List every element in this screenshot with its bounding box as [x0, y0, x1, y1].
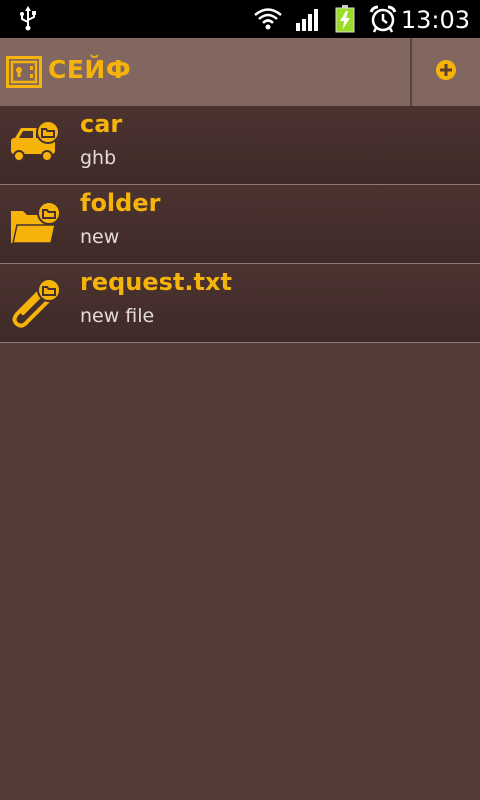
list-item[interactable]: request.txt new file — [0, 264, 480, 343]
add-button[interactable] — [412, 38, 480, 106]
list-item[interactable]: folder new — [0, 185, 480, 264]
item-description: ghb — [80, 147, 117, 169]
item-name: folder — [80, 189, 161, 217]
action-bar: СЕЙФ — [0, 38, 480, 106]
add-circle-icon — [435, 59, 457, 85]
safe-icon — [6, 56, 42, 92]
wifi-icon — [253, 7, 283, 35]
folder-icon — [9, 199, 63, 249]
status-bar: 13:03 — [0, 0, 480, 38]
signal-icon — [295, 8, 321, 36]
item-name: car — [80, 110, 123, 138]
safe-item-list: car ghb folder new request.txt new file — [0, 106, 480, 343]
car-icon — [9, 120, 63, 170]
item-description: new — [80, 226, 120, 248]
app-title: СЕЙФ — [48, 55, 132, 84]
list-item[interactable]: car ghb — [0, 106, 480, 185]
paperclip-icon — [9, 278, 63, 328]
status-time: 13:03 — [400, 6, 470, 34]
alarm-icon — [369, 5, 397, 37]
usb-icon — [17, 6, 39, 36]
battery-charging-icon — [335, 5, 355, 37]
item-description: new file — [80, 305, 155, 327]
item-name: request.txt — [80, 268, 232, 296]
